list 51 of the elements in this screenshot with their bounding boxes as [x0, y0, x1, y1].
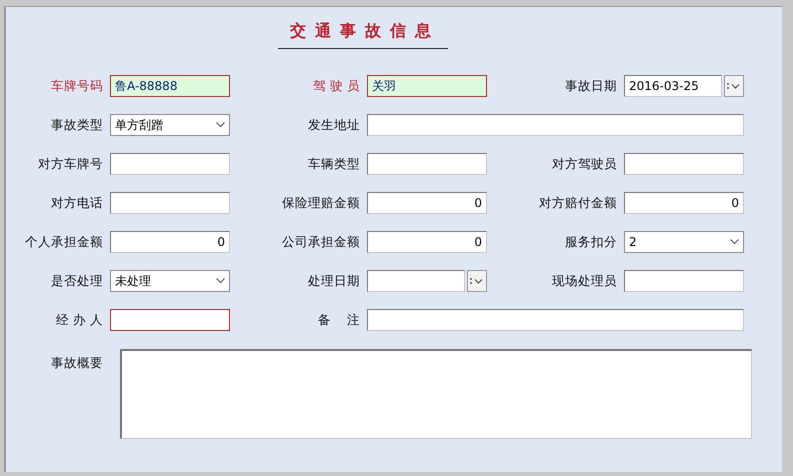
field-label: 车牌号码: [50, 78, 104, 94]
dropdown-icon: [469, 276, 485, 286]
field-label: 处理日期: [307, 272, 361, 290]
field-label: 事故概要: [50, 354, 104, 372]
input-field[interactable]: 0: [367, 192, 487, 214]
field-label: 驾 驶 员: [312, 78, 361, 94]
chevron-icon: [216, 278, 225, 284]
dropdown-value: 未处理: [115, 273, 151, 289]
field-label: 现场处理员: [551, 272, 618, 290]
field-label: 服务扣分: [564, 234, 618, 250]
input-field[interactable]: 0: [110, 231, 230, 253]
input-field[interactable]: [110, 309, 230, 331]
field-label: 发生地址: [307, 116, 361, 134]
input-field[interactable]: 鲁A-88888: [110, 75, 230, 97]
dropdown[interactable]: 未处理: [110, 270, 230, 292]
chevron-icon: [216, 122, 225, 128]
dropdown-value: 单方刮蹭: [115, 117, 163, 133]
dropdown-icon: [726, 81, 742, 91]
field-label: 对方驾驶员: [551, 156, 618, 172]
date-field[interactable]: [367, 270, 465, 292]
field-label: 经 办 人: [55, 312, 104, 328]
input-field[interactable]: 0: [367, 231, 487, 253]
dropdown[interactable]: 2: [624, 231, 744, 253]
date-field[interactable]: 2016-03-25: [624, 75, 722, 97]
dropdown-value: 2: [629, 234, 637, 250]
date-picker-button[interactable]: [467, 270, 487, 292]
field-label: 是否处理: [50, 272, 104, 290]
input-field[interactable]: [367, 309, 744, 331]
input-field[interactable]: [367, 114, 744, 136]
field-label: 保险理赔金额: [281, 194, 361, 212]
form-title: 交通事故信息: [278, 21, 448, 49]
field-label: 车辆类型: [307, 156, 361, 172]
dropdown[interactable]: 单方刮蹭: [110, 114, 230, 136]
field-label: 个人承担金额: [24, 234, 104, 250]
input-field[interactable]: [110, 153, 230, 175]
date-picker-button[interactable]: [724, 75, 744, 97]
field-label: 备 注: [317, 312, 361, 328]
field-label: 事故类型: [50, 116, 104, 134]
field-label: 对方车牌号: [37, 156, 104, 172]
summary-textarea[interactable]: [120, 349, 752, 439]
input-field[interactable]: [110, 192, 230, 214]
field-label: 公司承担金额: [281, 234, 361, 250]
input-field[interactable]: 0: [624, 192, 744, 214]
input-field[interactable]: [624, 270, 744, 292]
input-field[interactable]: [624, 153, 744, 175]
input-field[interactable]: 关羽: [367, 75, 487, 97]
field-label: 事故日期: [564, 78, 618, 94]
input-field[interactable]: [367, 153, 487, 175]
field-label: 对方赔付金额: [538, 194, 618, 212]
field-label: 对方电话: [50, 194, 104, 212]
chevron-icon: [730, 239, 739, 245]
